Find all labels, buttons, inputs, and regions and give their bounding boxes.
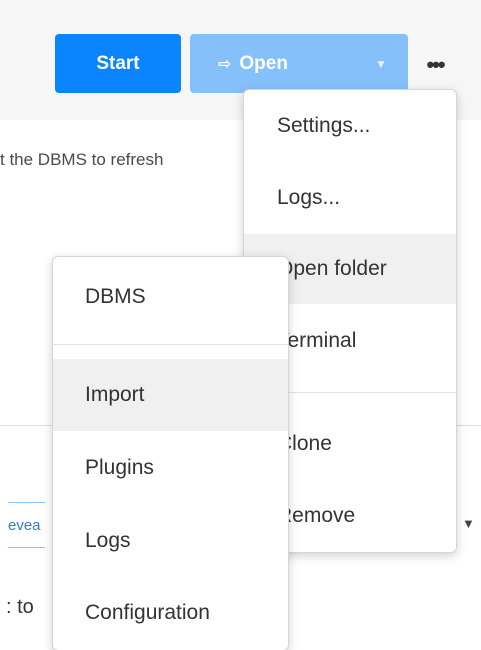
start-button-label: Start xyxy=(96,52,140,74)
menu-item-label: Logs xyxy=(85,529,131,552)
menu-item-logs[interactable]: Logs... xyxy=(244,162,456,234)
info-text: t the DBMS to refresh xyxy=(0,150,164,169)
menu-item-label: Open folder xyxy=(277,257,387,280)
reveal-link-fragment[interactable]: evea xyxy=(8,502,45,548)
start-button[interactable]: Start xyxy=(55,34,181,93)
menu-item-label: DBMS xyxy=(85,285,146,308)
menu-item-label: Import xyxy=(85,383,145,406)
menu-item-label: Plugins xyxy=(85,456,154,479)
sign-in-icon: ⇨ xyxy=(218,55,232,73)
text-fragment: : to xyxy=(6,596,34,618)
menu-item-settings[interactable]: Settings... xyxy=(244,90,456,162)
caret-down-icon[interactable]: ▼ xyxy=(354,34,408,93)
menu-item-label: Logs... xyxy=(277,186,341,209)
caret-down-icon[interactable]: ▼ xyxy=(462,516,475,531)
menu-item-dbms[interactable]: DBMS xyxy=(53,261,288,333)
menu-item-label: Configuration xyxy=(85,601,210,624)
app-page: Start ⇨ Open ▼ ••• t the DBMS to refresh… xyxy=(0,0,481,650)
menu-item-plugins[interactable]: Plugins xyxy=(53,431,288,505)
menu-item-configuration[interactable]: Configuration xyxy=(53,577,288,649)
open-button-label: Open xyxy=(239,52,288,74)
open-button[interactable]: ⇨ Open ▼ xyxy=(190,34,408,93)
open-menu: DBMS Import Plugins Logs Configuration xyxy=(52,256,289,650)
menu-item-logs[interactable]: Logs xyxy=(53,505,288,577)
menu-divider xyxy=(53,344,288,345)
menu-item-import[interactable]: Import xyxy=(53,359,288,431)
ellipsis-icon[interactable]: ••• xyxy=(420,50,450,80)
menu-item-label: Settings... xyxy=(277,114,371,137)
